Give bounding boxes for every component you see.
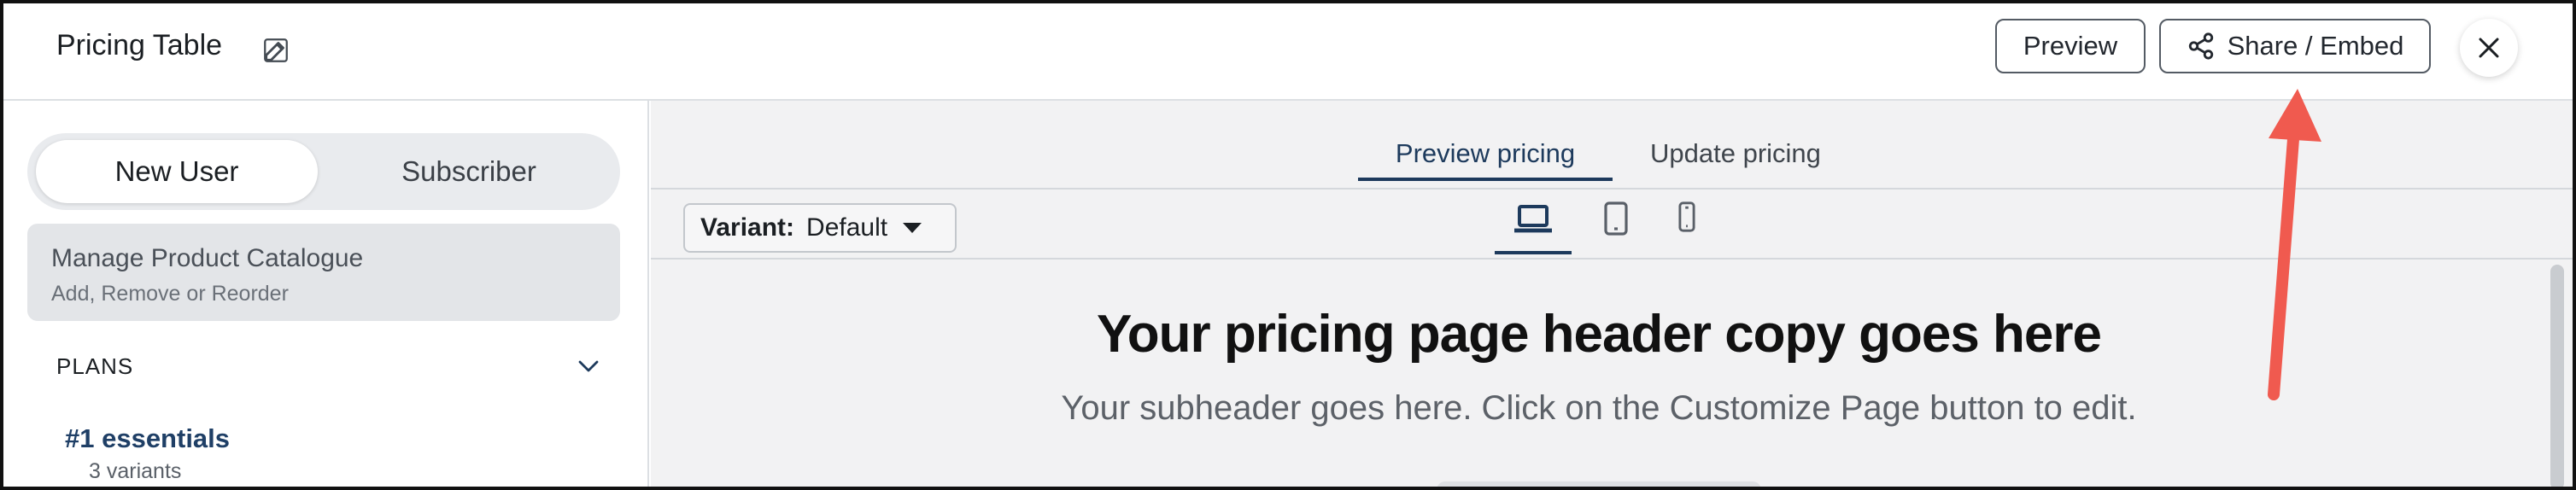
- chevron-down-icon[interactable]: [574, 353, 603, 379]
- plan-variant-count: 3 variants: [89, 459, 182, 483]
- pricing-subheader-copy: Your subheader goes here. Click on the C…: [1061, 389, 2137, 427]
- preview-scrollbar[interactable]: [2550, 265, 2564, 487]
- main-panel: Preview pricing Update pricing Variant: …: [651, 101, 2573, 487]
- catalogue-subtitle: Add, Remove or Reorder: [51, 282, 289, 306]
- laptop-icon: [1514, 205, 1552, 233]
- share-icon: [2188, 32, 2213, 60]
- share-embed-button[interactable]: Share / Embed: [2159, 19, 2431, 73]
- user-type-toggle: New User Subscriber: [27, 133, 620, 210]
- sidebar: New User Subscriber Manage Product Catal…: [3, 101, 649, 487]
- preview-toolbar: Variant: Default: [651, 191, 2573, 260]
- partial-button: [1437, 481, 1761, 487]
- page-title: Pricing Table: [56, 29, 223, 61]
- segment-new-user[interactable]: New User: [36, 140, 318, 203]
- device-desktop-button[interactable]: [1495, 201, 1572, 254]
- variant-label: Variant:: [700, 213, 795, 242]
- manage-catalogue-button[interactable]: Manage Product Catalogue Add, Remove or …: [27, 224, 620, 321]
- pricing-preview: Your pricing page header copy goes here …: [651, 261, 2547, 487]
- variant-select[interactable]: Variant: Default: [683, 203, 957, 253]
- close-icon: [2479, 38, 2499, 58]
- tab-update-pricing[interactable]: Update pricing: [1650, 138, 1821, 181]
- segment-subscriber[interactable]: Subscriber: [326, 140, 612, 203]
- catalogue-title: Manage Product Catalogue: [51, 244, 364, 272]
- pricing-tabs: Preview pricing Update pricing: [651, 101, 2573, 190]
- plan-item[interactable]: #1 essentials: [65, 423, 230, 454]
- pricing-header-copy: Your pricing page header copy goes here: [1096, 305, 2102, 364]
- pencil-icon[interactable]: [261, 36, 290, 65]
- device-phone-button[interactable]: [1666, 201, 1708, 254]
- variant-value: Default: [806, 213, 888, 242]
- device-tablet-button[interactable]: [1590, 201, 1642, 254]
- tab-preview-pricing[interactable]: Preview pricing: [1358, 138, 1613, 181]
- tablet-icon: [1604, 201, 1628, 236]
- preview-button-label: Preview: [2023, 31, 2118, 61]
- plans-section-label: PLANS: [56, 353, 134, 379]
- app-window: Pricing Table Preview Share / Embed New …: [0, 0, 2576, 490]
- phone-icon: [1678, 201, 1695, 232]
- share-embed-label: Share / Embed: [2227, 31, 2404, 61]
- close-button[interactable]: [2460, 19, 2518, 77]
- caret-down-icon: [903, 223, 922, 233]
- header-bar: Pricing Table Preview Share / Embed: [3, 3, 2573, 101]
- preview-button[interactable]: Preview: [1995, 19, 2146, 73]
